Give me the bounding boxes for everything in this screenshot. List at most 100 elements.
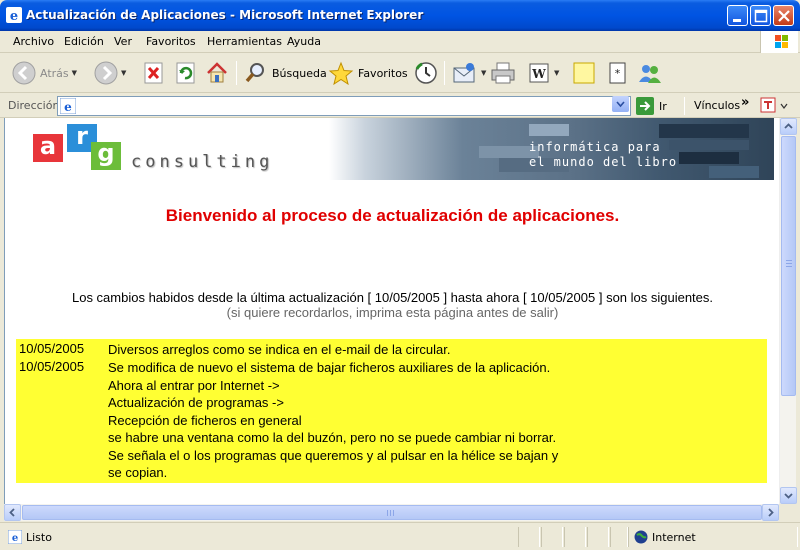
entry-line: se habre una ventana como la del buzón, …	[108, 430, 557, 445]
entry-text: Se modifica de nuevo el sistema de bajar…	[108, 359, 748, 482]
chevron-down-icon	[784, 493, 793, 499]
menu-herramientas[interactable]: Herramientas	[207, 35, 282, 48]
go-button[interactable]: Ir	[636, 97, 667, 115]
messenger-button[interactable]	[636, 59, 664, 87]
menu-ayuda[interactable]: Ayuda	[287, 35, 321, 48]
status-bar: e Listo Internet	[0, 522, 800, 550]
logo-letter-a: a	[33, 134, 63, 162]
note-icon	[573, 62, 595, 84]
title-bar[interactable]: e Actualización de Aplicaciones - Micros…	[0, 0, 800, 31]
print-button[interactable]	[490, 59, 516, 87]
favorites-button[interactable]: Favoritos	[328, 59, 408, 87]
svg-text:e: e	[64, 100, 72, 114]
entry-date: 10/05/2005	[19, 341, 85, 356]
chevron-left-icon	[9, 508, 15, 517]
entry-date: 10/05/2005	[19, 359, 85, 374]
go-arrow-icon	[636, 97, 654, 115]
mail-button[interactable]: ▼	[452, 59, 486, 87]
go-label: Ir	[659, 99, 667, 113]
chevron-up-icon	[784, 123, 793, 129]
svg-text:W: W	[531, 67, 546, 81]
printer-icon	[491, 62, 515, 84]
address-input[interactable]: e	[57, 96, 631, 116]
svg-text:*: *	[615, 67, 621, 80]
minimize-icon	[733, 19, 741, 22]
messenger-icon	[639, 65, 661, 83]
status-cell	[518, 527, 540, 547]
back-dropdown-icon[interactable]: ▼	[72, 69, 77, 77]
stop-button[interactable]	[143, 59, 165, 87]
horizontal-scroll-thumb[interactable]	[22, 505, 762, 520]
status-text: Listo	[26, 531, 52, 544]
back-arrow-icon	[12, 61, 36, 85]
close-icon	[778, 10, 790, 22]
star-icon	[328, 61, 354, 85]
links-label[interactable]: Vínculos	[694, 99, 740, 112]
home-button[interactable]	[205, 59, 229, 87]
logo-word: consulting	[131, 152, 274, 172]
back-button[interactable]: Atrás ▼	[12, 59, 77, 87]
svg-text:e: e	[10, 9, 18, 23]
entry-line: Actualización de programas ->	[108, 395, 284, 410]
translate-icon[interactable]	[760, 97, 790, 115]
vertical-scroll-thumb[interactable]	[781, 136, 796, 396]
mail-dropdown-icon[interactable]: ▼	[481, 69, 486, 77]
address-dropdown-button[interactable]	[612, 96, 629, 112]
window-title: Actualización de Aplicaciones - Microsof…	[26, 8, 424, 22]
toolbar-separator	[236, 61, 237, 85]
address-bar: Dirección e Ir Vínculos »	[0, 94, 800, 118]
welcome-heading: Bienvenido al proceso de actualización d…	[165, 206, 620, 225]
vertical-scrollbar[interactable]	[779, 118, 797, 504]
forward-arrow-icon	[94, 61, 118, 85]
menu-favoritos[interactable]: Favoritos	[146, 35, 196, 48]
forward-dropdown-icon[interactable]: ▼	[121, 69, 126, 77]
maximize-button[interactable]	[750, 5, 771, 26]
toolbar-separator	[444, 61, 445, 85]
menu-ver[interactable]: Ver	[114, 35, 132, 48]
research-button[interactable]: *	[607, 59, 629, 87]
history-icon	[415, 62, 437, 84]
scroll-left-button[interactable]	[4, 504, 21, 521]
entry-line: Diversos arreglos como se indica en el e…	[108, 342, 451, 357]
minimize-button[interactable]	[727, 5, 748, 26]
entry-line: Se modifica de nuevo el sistema de bajar…	[108, 360, 551, 375]
refresh-button[interactable]	[175, 59, 197, 87]
close-button[interactable]	[773, 5, 794, 26]
history-button[interactable]	[414, 59, 438, 87]
print-hint: (si quiere recordarlos, imprima esta pág…	[226, 305, 559, 320]
status-cell	[587, 527, 609, 547]
status-cell	[610, 527, 628, 547]
favorites-label: Favoritos	[358, 66, 408, 80]
forward-button[interactable]: ▼	[94, 59, 126, 87]
tagline-line-1: informática para	[529, 140, 661, 154]
status-cell	[541, 527, 563, 547]
changes-list: 10/05/2005 Diversos arreglos como se ind…	[16, 339, 767, 483]
research-icon: *	[609, 62, 626, 84]
refresh-icon	[176, 62, 195, 84]
scroll-up-button[interactable]	[780, 118, 797, 135]
stop-icon	[144, 62, 163, 84]
page-viewport[interactable]: a r g consulting informática para el mun…	[4, 118, 779, 504]
discuss-button[interactable]	[572, 59, 596, 87]
scroll-corner	[779, 504, 796, 521]
scroll-down-button[interactable]	[780, 487, 797, 504]
search-button[interactable]: Búsqueda	[244, 59, 327, 87]
chevron-down-icon	[616, 101, 625, 108]
windows-logo	[760, 31, 798, 53]
search-icon	[245, 63, 264, 83]
horizontal-scrollbar[interactable]	[4, 504, 779, 521]
menu-bar: Archivo Edición Ver Favoritos Herramient…	[0, 31, 800, 53]
entry-line: Se señala el o los programas que queremo…	[108, 447, 559, 463]
edit-dropdown-icon[interactable]: ▼	[554, 69, 559, 77]
word-icon: W	[529, 63, 549, 83]
toolbar: Atrás ▼ ▼ Búsqueda Favoritos ▼ W ▼ *	[0, 53, 800, 93]
entry-text: Diversos arreglos como se indica en el e…	[108, 341, 748, 359]
ie-icon: e	[6, 7, 22, 23]
menu-edicion[interactable]: Edición	[64, 35, 104, 48]
links-chevron-icon[interactable]: »	[741, 95, 749, 110]
edit-button[interactable]: W ▼	[527, 59, 559, 87]
browser-window: e Actualización de Aplicaciones - Micros…	[0, 0, 800, 550]
header-banner: a r g consulting informática para el mun…	[29, 118, 774, 180]
menu-archivo[interactable]: Archivo	[13, 35, 54, 48]
scroll-right-button[interactable]	[762, 504, 779, 521]
